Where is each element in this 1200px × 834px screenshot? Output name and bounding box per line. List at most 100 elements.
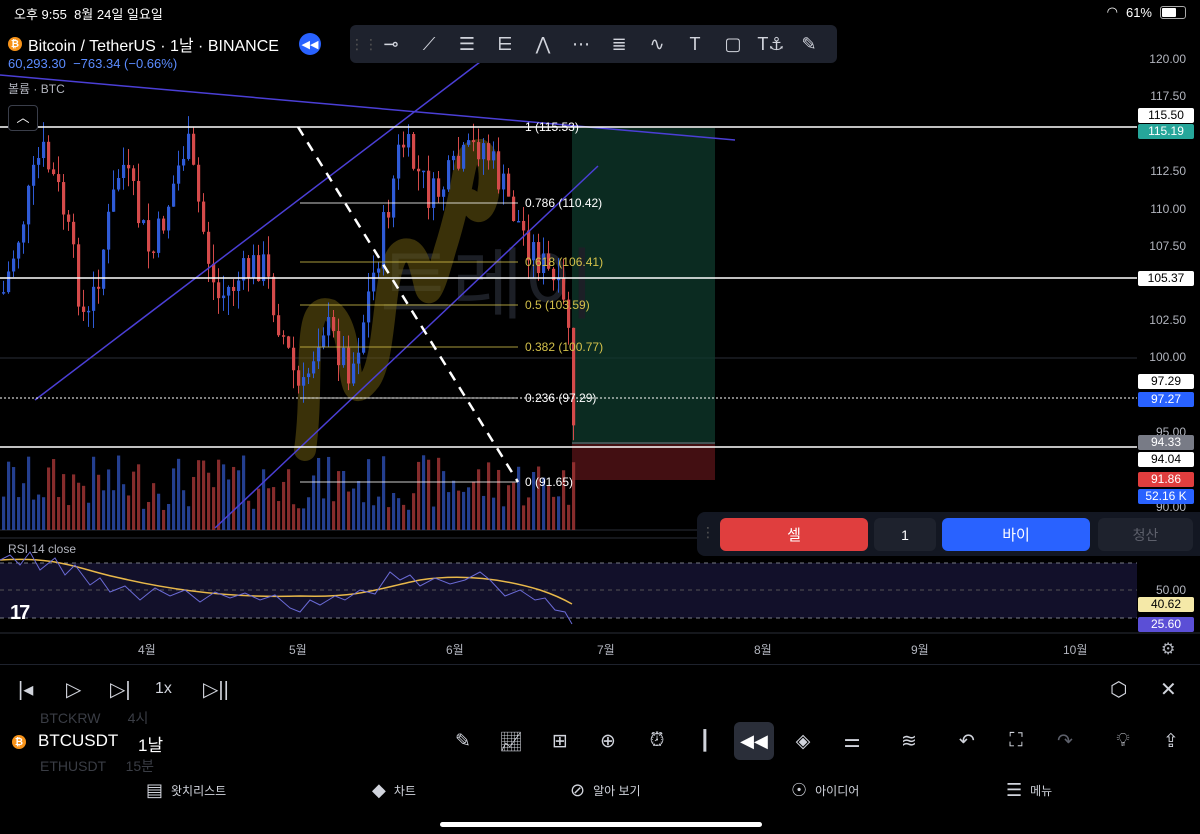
pencil-icon[interactable]: ✎ xyxy=(448,730,478,753)
buy-button[interactable]: 바이 xyxy=(942,518,1090,551)
sell-button[interactable]: 셀 xyxy=(720,518,868,551)
fib-retracement: 1 (115.53) 0.786 (110.42) 0.618 (106.41) 0.… xyxy=(300,120,603,489)
channel-upper-line xyxy=(34,61,481,401)
volume-bar xyxy=(247,500,251,530)
tradingview-logo: 17 xyxy=(10,602,30,624)
play-icon[interactable]: ▷ xyxy=(66,677,81,702)
chevron-up-button[interactable]: ︿ xyxy=(8,105,38,131)
volume-bar xyxy=(237,470,241,530)
tab-menu[interactable]: ☰ 메뉴 xyxy=(1006,780,1052,801)
replay-toolbar: |◂ ▷ ▷| 1x ▷|| ⬡ ✕ xyxy=(0,664,1200,715)
text-icon[interactable]: T xyxy=(676,25,714,63)
pitchfork-icon[interactable]: ⋿ xyxy=(486,25,524,63)
layers-icon[interactable]: ◈ xyxy=(788,730,818,753)
jump-to-start-icon[interactable]: |◂ xyxy=(18,677,33,702)
close-icon[interactable]: ✕ xyxy=(1160,677,1177,702)
parallel-channel-icon[interactable]: ☰ xyxy=(448,25,486,63)
volume-bar xyxy=(327,456,331,530)
interval-selector[interactable]: 1날 xyxy=(138,731,163,756)
fib-level-label: 0.786 (110.42) xyxy=(525,196,602,210)
undo-icon[interactable]: ↶ xyxy=(952,730,982,753)
fullscreen-icon[interactable]: ⛶ xyxy=(1001,730,1031,752)
candle-body xyxy=(362,322,366,353)
hexagon-settings-icon[interactable]: ⬡ xyxy=(1110,677,1127,702)
candle-body xyxy=(322,335,326,348)
volume-bar xyxy=(497,469,501,530)
quantity-input[interactable]: 1 xyxy=(874,518,936,551)
brush-icon[interactable]: ✎ xyxy=(790,25,828,63)
candle-body xyxy=(292,347,296,371)
volume-bar xyxy=(397,498,401,530)
share-icon[interactable]: ⇪ xyxy=(1156,730,1186,753)
candle-body xyxy=(77,244,81,307)
symbol-header[interactable]: ₿ Bitcoin / TetherUS · 1날 · BINANCE ◀◀ xyxy=(8,32,321,56)
xabcd-pattern-icon[interactable]: ⋯ xyxy=(562,25,600,63)
candle-body xyxy=(317,347,321,362)
settings-sliders-icon[interactable]: ⚌ xyxy=(837,730,867,753)
jump-to-realtime-icon[interactable]: ▷|| xyxy=(203,677,229,702)
abcd-pattern-icon[interactable]: ⋀ xyxy=(524,25,562,63)
candle-body xyxy=(212,263,216,283)
drag-handle-icon[interactable]: ⋮⋮ xyxy=(350,36,378,53)
tab-chart[interactable]: ◆ 차트 xyxy=(372,780,416,801)
volume-bar xyxy=(507,485,511,530)
candle-body xyxy=(197,164,201,202)
volume-bar xyxy=(572,462,576,530)
volume-bar xyxy=(557,496,561,530)
candle-body xyxy=(167,206,171,231)
volume-legend[interactable]: 볼륨 · BTC xyxy=(8,80,65,97)
compass-icon: ⊘ xyxy=(570,780,586,800)
close-position-button[interactable]: 청산 xyxy=(1098,518,1193,551)
lightbulb-add-icon[interactable]: 💡︎ xyxy=(1108,730,1138,752)
candle-body xyxy=(122,164,126,179)
volume-bar xyxy=(567,504,571,530)
candle-body xyxy=(422,170,426,173)
trend-line-icon[interactable]: ⟋ xyxy=(410,25,448,63)
text-anchor-icon[interactable]: T⚓ xyxy=(752,25,790,63)
volume-bar xyxy=(22,483,26,530)
fib-level-label: 1 (115.53) xyxy=(525,120,579,134)
volume-bar xyxy=(197,460,201,530)
grid-layout-icon[interactable]: ⊞ xyxy=(545,730,575,753)
long-position-loss-zone xyxy=(572,444,715,480)
chart-canvas[interactable]: 트레이 1 (115.53)0.786 (110.42)0.618 (106.4… xyxy=(0,0,1200,664)
indicators-icon[interactable]: 📈︎ xyxy=(496,730,526,754)
symbol-selector[interactable]: BTCUSDT xyxy=(38,731,118,751)
drawing-toolbar: ⋮⋮ ⊸ ⟋ ☰ ⋿ ⋀ ⋯ ≣ ∿ T ▢ T⚓ ✎ xyxy=(350,25,837,63)
candle-body xyxy=(507,173,511,197)
settings-gear-icon[interactable]: ⚙ xyxy=(1161,639,1175,659)
volume-bar xyxy=(402,504,406,530)
collapse-legend-button[interactable]: ◀◀ xyxy=(298,33,321,55)
volume-bar xyxy=(307,497,311,530)
candle-body xyxy=(402,144,406,148)
candle-body xyxy=(132,168,136,181)
volume-bar xyxy=(167,504,171,530)
candle-body xyxy=(12,258,16,272)
symbol-title[interactable]: Bitcoin / TetherUS · 1날 · BINANCE xyxy=(28,32,279,56)
candle-type-icon[interactable]: ┃ xyxy=(690,730,720,753)
horizontal-ray-icon[interactable]: ⊸ xyxy=(372,25,410,63)
add-icon[interactable]: ⊕ xyxy=(593,730,623,753)
candle-body xyxy=(372,272,376,292)
trend-icon[interactable]: ≋ xyxy=(894,730,924,753)
elliott-wave-icon[interactable]: ∿ xyxy=(638,25,676,63)
fib-level-label: 0.618 (106.41) xyxy=(525,255,603,269)
price-tag: 52.16 K xyxy=(1138,489,1194,504)
tab-watchlist[interactable]: ▤ 왓치리스트 xyxy=(146,780,226,801)
volume-bar xyxy=(357,481,361,530)
redo-icon[interactable]: ↷ xyxy=(1050,730,1080,753)
fib-retracement-icon[interactable]: ≣ xyxy=(600,25,638,63)
replay-icon[interactable]: ◀◀ xyxy=(734,722,774,760)
tab-explore[interactable]: ⊘ 알아 보기 xyxy=(570,780,641,801)
candle-body xyxy=(142,220,146,224)
tab-ideas[interactable]: ☉ 아이디어 xyxy=(791,780,859,801)
replay-speed[interactable]: 1x xyxy=(155,680,172,698)
alarm-icon[interactable]: ⏰︎ xyxy=(642,730,672,752)
watchlist-icon: ▤ xyxy=(146,780,164,800)
rectangle-icon[interactable]: ▢ xyxy=(714,25,752,63)
candle-body xyxy=(497,151,501,190)
rsi-legend[interactable]: RSI 14 close xyxy=(8,542,76,556)
candle-body xyxy=(267,254,271,277)
step-forward-icon[interactable]: ▷| xyxy=(110,677,131,702)
candle-body xyxy=(357,352,361,364)
